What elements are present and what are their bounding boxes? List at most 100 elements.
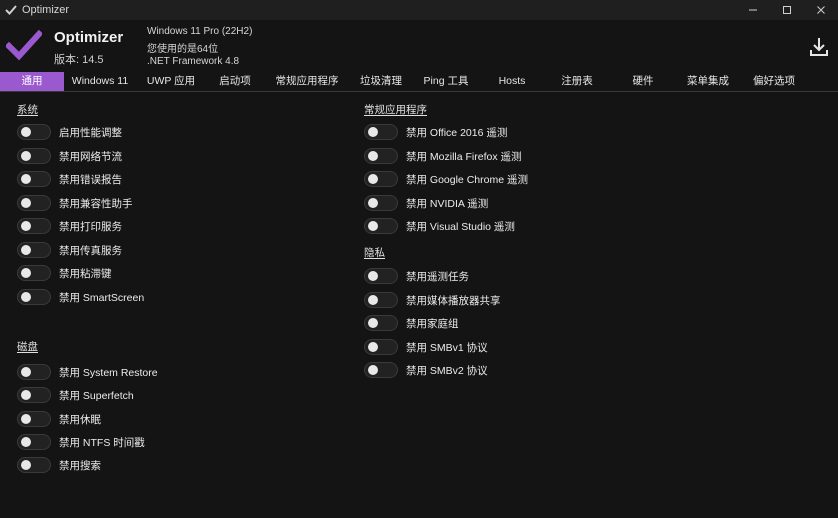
option-label: 禁用遥测任务 xyxy=(406,270,469,283)
option-row[interactable]: 禁用 System Restore xyxy=(17,363,158,381)
tab-bar: 通用 Windows 11 UWP 应用 启动项 常规应用程序 垃圾清理 Pin… xyxy=(0,72,838,92)
app-version: 版本: 14.5 xyxy=(54,54,104,66)
toggle-switch[interactable] xyxy=(17,387,51,403)
option-row[interactable]: 禁用粘滞键 xyxy=(17,264,112,282)
toggle-switch[interactable] xyxy=(364,195,398,211)
section-title-apps: 常规应用程序 xyxy=(364,104,427,116)
toggle-switch[interactable] xyxy=(17,124,51,140)
close-icon xyxy=(817,6,825,14)
toggle-knob xyxy=(368,342,378,352)
checkmark-app-icon xyxy=(5,5,17,15)
toggle-knob xyxy=(368,271,378,281)
tab-uwp[interactable]: UWP 应用 xyxy=(136,72,206,91)
option-label: 禁用 NTFS 时间戳 xyxy=(59,436,145,449)
option-row[interactable]: 禁用打印服务 xyxy=(17,217,122,235)
option-label: 禁用 SmartScreen xyxy=(59,291,145,304)
option-row[interactable]: 禁用 SmartScreen xyxy=(17,288,144,306)
option-label: 禁用 Superfetch xyxy=(59,389,134,402)
option-row[interactable]: 禁用兼容性助手 xyxy=(17,194,133,212)
toggle-switch[interactable] xyxy=(364,268,398,284)
close-button[interactable] xyxy=(804,0,838,20)
tab-windows11[interactable]: Windows 11 xyxy=(64,72,136,91)
option-label: 禁用休眠 xyxy=(59,413,101,426)
toggle-switch[interactable] xyxy=(364,218,398,234)
toggle-switch[interactable] xyxy=(17,364,51,380)
toggle-switch[interactable] xyxy=(364,292,398,308)
toggle-switch[interactable] xyxy=(17,218,51,234)
option-label: 禁用打印服务 xyxy=(59,220,122,233)
option-row[interactable]: 禁用 Mozilla Firefox 遥测 xyxy=(364,147,522,165)
option-row[interactable]: 禁用搜索 xyxy=(17,456,101,474)
os-info: Windows 11 Pro (22H2) xyxy=(147,26,253,37)
toggle-knob xyxy=(21,198,31,208)
app-header: Optimizer 版本: 14.5 Windows 11 Pro (22H2)… xyxy=(0,20,838,72)
option-row[interactable]: 禁用 Google Chrome 遥测 xyxy=(364,170,528,188)
toggle-knob xyxy=(21,437,31,447)
toggle-switch[interactable] xyxy=(17,289,51,305)
option-row[interactable]: 禁用 Visual Studio 遥测 xyxy=(364,217,515,235)
toggle-switch[interactable] xyxy=(17,411,51,427)
tab-registry[interactable]: 注册表 xyxy=(544,72,610,91)
minimize-button[interactable] xyxy=(736,0,770,20)
maximize-icon xyxy=(783,6,791,14)
toggle-switch[interactable] xyxy=(17,434,51,450)
toggle-switch[interactable] xyxy=(17,265,51,281)
option-label: 禁用传真服务 xyxy=(59,244,122,257)
toggle-switch[interactable] xyxy=(17,171,51,187)
option-row[interactable]: 禁用媒体播放器共享 xyxy=(364,291,501,309)
option-row[interactable]: 禁用 NVIDIA 遥测 xyxy=(364,194,488,212)
toggle-knob xyxy=(368,221,378,231)
option-label: 禁用搜索 xyxy=(59,459,101,472)
toggle-knob xyxy=(21,151,31,161)
option-label: 禁用 SMBv2 协议 xyxy=(406,364,488,377)
toggle-knob xyxy=(368,151,378,161)
option-row[interactable]: 禁用传真服务 xyxy=(17,241,122,259)
toggle-switch[interactable] xyxy=(364,362,398,378)
option-label: 禁用 Visual Studio 遥测 xyxy=(406,220,515,233)
option-row[interactable]: 禁用 Superfetch xyxy=(17,386,134,404)
section-title-system: 系统 xyxy=(17,104,38,116)
tab-ping[interactable]: Ping 工具 xyxy=(412,72,480,91)
toggle-switch[interactable] xyxy=(17,195,51,211)
window-controls xyxy=(736,0,838,20)
option-row[interactable]: 禁用 Office 2016 遥测 xyxy=(364,123,507,141)
toggle-switch[interactable] xyxy=(364,124,398,140)
tab-integrator[interactable]: 菜单集成 xyxy=(676,72,740,91)
toggle-switch[interactable] xyxy=(17,457,51,473)
tab-options[interactable]: 偏好选项 xyxy=(740,72,808,91)
section-title-privacy: 隐私 xyxy=(364,247,385,259)
toggle-knob xyxy=(368,127,378,137)
option-row[interactable]: 启用性能调整 xyxy=(17,123,122,141)
toggle-switch[interactable] xyxy=(17,148,51,164)
toggle-switch[interactable] xyxy=(364,339,398,355)
option-row[interactable]: 禁用网络节流 xyxy=(17,147,122,165)
option-row[interactable]: 禁用 NTFS 时间戳 xyxy=(17,433,145,451)
toggle-switch[interactable] xyxy=(364,315,398,331)
toggle-knob xyxy=(21,292,31,302)
tab-hardware[interactable]: 硬件 xyxy=(610,72,676,91)
tab-startup[interactable]: 启动项 xyxy=(206,72,264,91)
toggle-switch[interactable] xyxy=(364,171,398,187)
checkmark-logo-icon xyxy=(6,29,42,61)
window-title: Optimizer xyxy=(22,4,70,16)
maximize-button[interactable] xyxy=(770,0,804,20)
tab-cleanup[interactable]: 垃圾清理 xyxy=(350,72,412,91)
option-row[interactable]: 禁用家庭组 xyxy=(364,314,459,332)
minimize-icon xyxy=(749,9,757,11)
option-row[interactable]: 禁用错误报告 xyxy=(17,170,122,188)
option-label: 禁用 SMBv1 协议 xyxy=(406,341,488,354)
tab-general[interactable]: 通用 xyxy=(0,72,64,91)
option-row[interactable]: 禁用遥测任务 xyxy=(364,267,469,285)
option-row[interactable]: 禁用休眠 xyxy=(17,410,101,428)
toggle-knob xyxy=(368,295,378,305)
toggle-knob xyxy=(368,174,378,184)
tab-hosts[interactable]: Hosts xyxy=(480,72,544,91)
option-row[interactable]: 禁用 SMBv2 协议 xyxy=(364,361,488,379)
toggle-knob xyxy=(368,318,378,328)
tab-common-apps[interactable]: 常规应用程序 xyxy=(264,72,350,91)
download-icon[interactable] xyxy=(808,36,830,58)
option-label: 禁用媒体播放器共享 xyxy=(406,294,501,307)
option-row[interactable]: 禁用 SMBv1 协议 xyxy=(364,338,488,356)
toggle-switch[interactable] xyxy=(17,242,51,258)
toggle-switch[interactable] xyxy=(364,148,398,164)
